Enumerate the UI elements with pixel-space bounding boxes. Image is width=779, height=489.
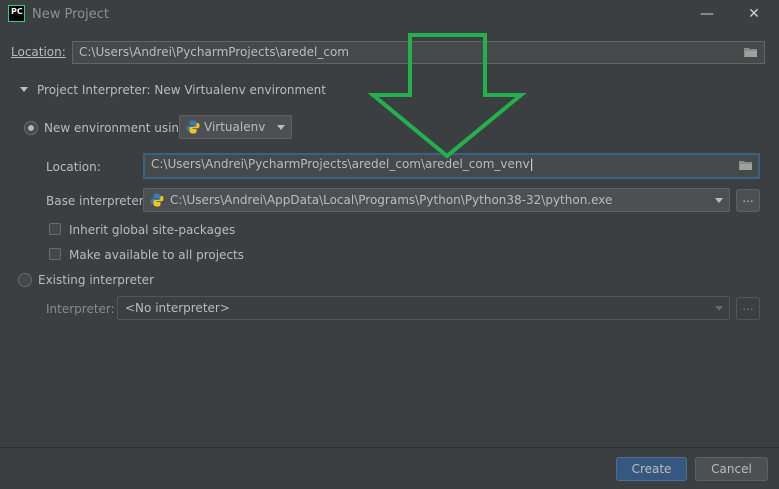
footer-separator <box>0 447 779 448</box>
make-available-label[interactable]: Make available to all projects <box>69 248 244 262</box>
project-location-label: Location: <box>11 45 66 59</box>
close-button[interactable]: ✕ <box>740 2 768 26</box>
python-icon <box>186 120 200 134</box>
create-button[interactable]: Create <box>616 457 687 481</box>
base-interpreter-label: Base interpreter: <box>46 194 148 208</box>
environment-type-dropdown[interactable]: Virtualenv <box>179 115 292 139</box>
interpreter-dropdown[interactable]: <No interpreter> <box>117 296 730 320</box>
base-interpreter-browse-button[interactable]: ... <box>736 189 760 212</box>
existing-interpreter-radio[interactable] <box>18 273 32 287</box>
environment-type-value: Virtualenv <box>204 120 266 134</box>
section-expand-chevron-icon[interactable] <box>20 87 28 92</box>
folder-icon[interactable] <box>744 47 758 58</box>
minimize-button[interactable]: — <box>693 2 721 26</box>
chevron-down-icon <box>715 306 723 311</box>
interpreter-browse-button[interactable]: ... <box>736 297 760 320</box>
cancel-button[interactable]: Cancel <box>695 457 768 481</box>
existing-interpreter-label[interactable]: Existing interpreter <box>38 273 154 287</box>
venv-location-label: Location: <box>46 160 101 174</box>
base-interpreter-value: C:\Users\Andrei\AppData\Local\Programs\P… <box>170 193 613 207</box>
interpreter-value: <No interpreter> <box>125 301 230 315</box>
base-interpreter-dropdown[interactable]: C:\Users\Andrei\AppData\Local\Programs\P… <box>143 188 730 212</box>
interpreter-section-title[interactable]: Project Interpreter: New Virtualenv envi… <box>37 83 326 97</box>
chevron-down-icon <box>715 198 723 203</box>
inherit-site-packages-label[interactable]: Inherit global site-packages <box>69 223 235 237</box>
down-arrow-annotation <box>368 33 527 159</box>
interpreter-label: Interpreter: <box>46 302 115 316</box>
title-bar <box>0 0 779 30</box>
new-environment-radio[interactable] <box>24 121 38 135</box>
make-available-checkbox[interactable] <box>49 248 61 260</box>
python-icon <box>150 193 164 207</box>
inherit-site-packages-checkbox[interactable] <box>49 223 61 235</box>
pycharm-logo-icon: PC <box>8 5 25 22</box>
folder-icon[interactable] <box>739 160 753 171</box>
new-environment-label[interactable]: New environment using <box>44 121 187 135</box>
window-title: New Project <box>32 7 109 22</box>
chevron-down-icon <box>277 125 285 130</box>
